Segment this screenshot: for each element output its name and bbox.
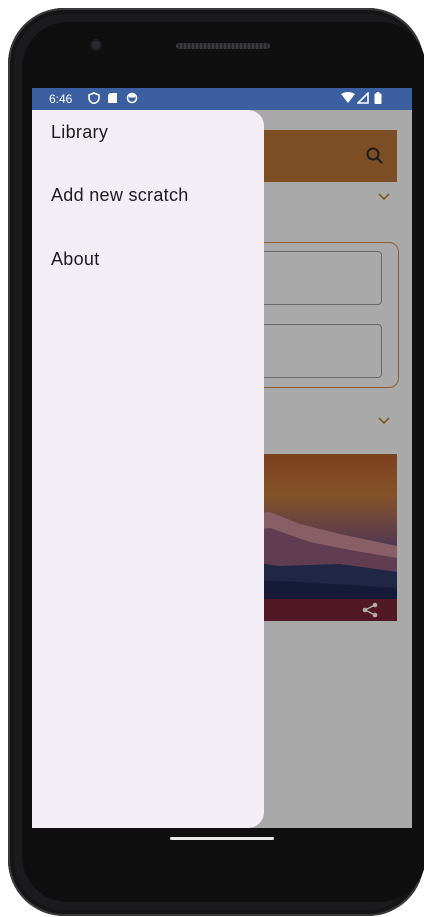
status-bar: 6:46 (32, 88, 412, 110)
wifi-icon (341, 92, 355, 107)
vpn-shield-icon (88, 92, 100, 107)
drawer-item-label: Add new scratch (51, 185, 189, 205)
signal-icon (356, 91, 369, 107)
device-screen: 6:46 Library Add new scratch About (32, 88, 412, 828)
drawer-item-add-new-scratch[interactable]: Add new scratch (32, 173, 264, 225)
system-navigation-bar (32, 828, 412, 868)
navigation-drawer: Library Add new scratch About (32, 110, 264, 828)
battery-icon (374, 92, 382, 107)
sd-card-icon (107, 92, 118, 107)
drawer-item-library[interactable]: Library (32, 110, 264, 162)
front-camera (92, 41, 100, 49)
drawer-item-about[interactable]: About (32, 237, 264, 289)
sync-icon (126, 92, 138, 107)
earpiece-speaker (176, 43, 270, 49)
drawer-item-label: Library (51, 122, 109, 142)
status-time: 6:46 (49, 92, 73, 106)
drawer-item-label: About (51, 249, 100, 269)
home-gesture-handle[interactable] (170, 837, 274, 840)
